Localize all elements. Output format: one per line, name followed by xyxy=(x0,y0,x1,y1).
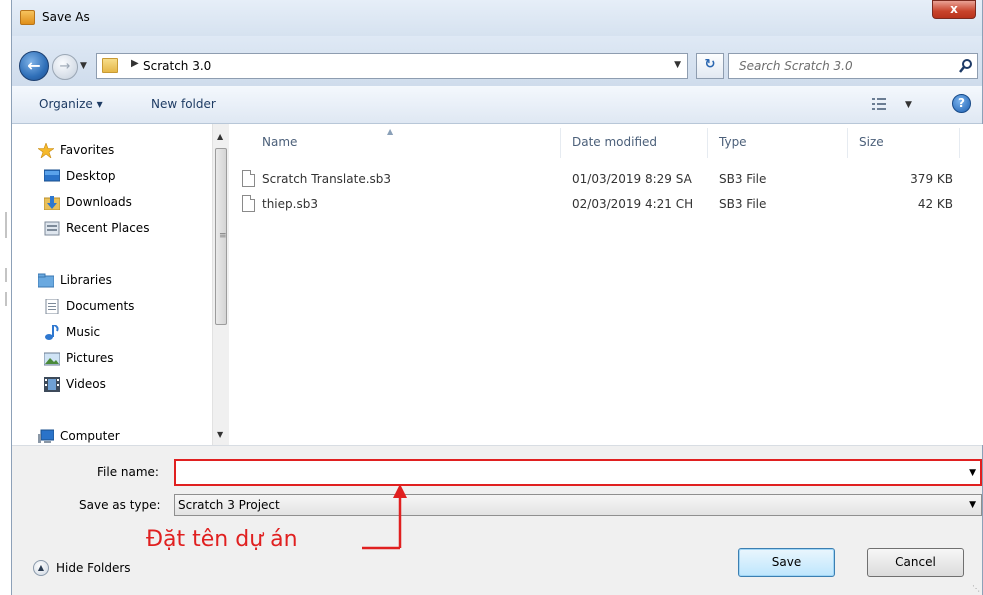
hide-folders-label: Hide Folders xyxy=(56,561,131,575)
pictures-icon xyxy=(44,352,60,366)
nav-item-label: Music xyxy=(66,325,101,339)
search-icon[interactable] xyxy=(959,58,973,74)
column-divider[interactable] xyxy=(847,128,848,158)
music-icon xyxy=(45,325,59,340)
folder-icon xyxy=(102,58,118,73)
star-icon xyxy=(38,143,54,158)
save-as-type-label: Save as type: xyxy=(79,498,161,512)
nav-item-label: Videos xyxy=(66,377,106,391)
annotation-label: Đặt tên dự án xyxy=(146,527,298,552)
search-placeholder: Search Scratch 3.0 xyxy=(739,59,853,73)
videos-icon xyxy=(44,377,60,392)
computer-icon xyxy=(38,429,54,443)
nav-item-label: Recent Places xyxy=(66,221,150,235)
breadcrumb-separator-icon[interactable]: ▶ xyxy=(131,58,139,69)
column-header-date-modified[interactable]: Date modified xyxy=(572,135,657,149)
sort-ascending-icon: ▲ xyxy=(387,127,394,136)
file-name-label: File name: xyxy=(97,465,159,479)
file-date: 02/03/2019 4:21 CH xyxy=(572,197,694,211)
background-edge-marks xyxy=(5,212,7,306)
documents-icon xyxy=(45,299,59,314)
file-name: thiep.sb3 xyxy=(262,197,318,211)
file-date: 01/03/2019 8:29 SA xyxy=(572,172,692,186)
chevron-up-icon: ▲ xyxy=(33,560,49,576)
breadcrumb-scratch-3[interactable]: Scratch 3.0 xyxy=(143,59,211,73)
file-type: SB3 File xyxy=(719,197,767,211)
views-icon[interactable] xyxy=(872,98,886,110)
nav-item-label: Computer xyxy=(60,429,120,443)
nav-item-label: Downloads xyxy=(66,195,132,209)
new-folder-button[interactable]: New folder xyxy=(151,97,216,111)
column-divider[interactable] xyxy=(707,128,708,158)
file-row[interactable]: Scratch Translate.sb3 01/03/2019 8:29 SA… xyxy=(229,168,983,190)
file-name-field[interactable]: ▼ xyxy=(174,459,982,486)
file-name: Scratch Translate.sb3 xyxy=(262,172,392,186)
scratch-app-icon xyxy=(20,10,35,25)
nav-item-label: Desktop xyxy=(66,169,116,183)
scrollbar-thumb[interactable]: ≡ xyxy=(215,148,227,325)
save-form-panel: File name: ▼ Save as type: Scratch 3 Pro… xyxy=(12,445,982,595)
history-dropdown-icon[interactable]: ▼ xyxy=(80,61,87,71)
file-icon xyxy=(242,195,255,212)
column-header-name[interactable]: Name xyxy=(262,135,297,149)
save-button[interactable]: Save xyxy=(738,548,835,577)
cancel-button[interactable]: Cancel xyxy=(867,548,964,577)
column-divider[interactable] xyxy=(959,128,960,158)
file-size: 379 KB xyxy=(910,172,953,186)
back-button[interactable]: ← xyxy=(19,51,49,81)
address-bar[interactable]: ▶ Scratch 3.0 ▼ xyxy=(96,53,688,79)
close-button[interactable]: x xyxy=(932,0,976,19)
help-icon[interactable]: ? xyxy=(952,94,971,113)
file-list: Name ▲ Date modified Type Size Scratch T… xyxy=(229,124,983,445)
command-toolbar: Organize ▾ New folder ▼ ? xyxy=(12,86,982,124)
resize-grip-icon[interactable]: ⋱ xyxy=(972,584,980,593)
nav-item-label: Favorites xyxy=(60,143,115,157)
file-type: SB3 File xyxy=(719,172,767,186)
file-size: 42 KB xyxy=(917,197,953,211)
recent-places-icon xyxy=(44,221,60,236)
title-bar: Save As x xyxy=(12,0,982,36)
refresh-button[interactable]: ↻ xyxy=(696,53,724,79)
column-header-type[interactable]: Type xyxy=(719,135,747,149)
file-row[interactable]: thiep.sb3 02/03/2019 4:21 CH SB3 File 42… xyxy=(229,193,983,215)
file-name-dropdown-icon[interactable]: ▼ xyxy=(969,468,976,478)
search-box[interactable]: Search Scratch 3.0 xyxy=(728,53,978,79)
save-as-type-dropdown-icon[interactable]: ▼ xyxy=(969,500,976,510)
navigation-pane: Favorites Desktop Downloads Recent Place… xyxy=(12,124,212,445)
column-header-size[interactable]: Size xyxy=(859,135,884,149)
file-name-input[interactable] xyxy=(178,463,958,482)
save-as-type-value: Scratch 3 Project xyxy=(178,498,280,512)
address-dropdown-icon[interactable]: ▼ xyxy=(674,60,681,70)
nav-item-label: Libraries xyxy=(60,273,112,287)
nav-item-label: Pictures xyxy=(66,351,114,365)
organize-menu[interactable]: Organize ▾ xyxy=(39,97,103,111)
navigation-scrollbar[interactable]: ▲ ≡ ▼ xyxy=(212,124,229,445)
views-dropdown-icon[interactable]: ▼ xyxy=(905,100,912,110)
save-as-dialog: Save As x ← → ▼ ▶ Scratch 3.0 ▼ ↻ Search… xyxy=(11,0,983,595)
scrollbar-grip-icon: ≡ xyxy=(219,231,227,241)
nav-item-label: Documents xyxy=(66,299,135,313)
scroll-down-arrow-icon[interactable]: ▼ xyxy=(217,430,223,439)
scroll-up-arrow-icon[interactable]: ▲ xyxy=(217,132,223,141)
column-divider[interactable] xyxy=(560,128,561,158)
address-row: ← → ▼ ▶ Scratch 3.0 ▼ ↻ Search Scratch 3… xyxy=(12,36,982,86)
file-icon xyxy=(242,170,255,187)
libraries-icon xyxy=(38,273,54,288)
desktop-icon xyxy=(44,169,60,182)
downloads-icon xyxy=(44,196,60,210)
window-title: Save As xyxy=(42,10,90,24)
save-as-type-select[interactable]: Scratch 3 Project ▼ xyxy=(174,494,982,516)
forward-button[interactable]: → xyxy=(52,54,78,80)
